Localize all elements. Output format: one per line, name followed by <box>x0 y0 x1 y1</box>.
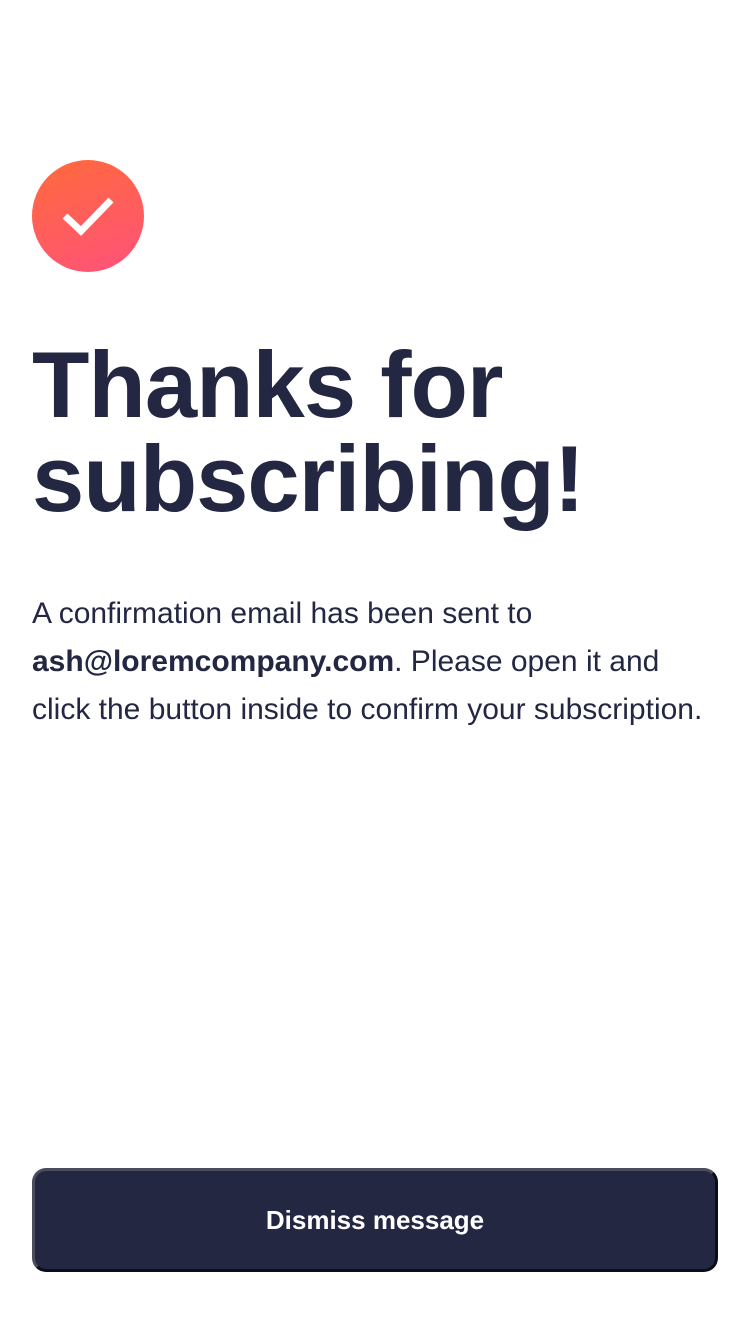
subscriber-email: ash@loremcompany.com <box>32 645 395 678</box>
checkmark-icon <box>62 197 114 236</box>
message-prefix: A confirmation email has been sent to <box>32 597 533 630</box>
dismiss-message-button[interactable]: Dismiss message <box>32 1168 718 1272</box>
page-title: Thanks for subscribing! <box>32 332 585 531</box>
success-badge <box>32 160 144 272</box>
confirmation-message: A confirmation email has been sent to as… <box>32 590 712 734</box>
